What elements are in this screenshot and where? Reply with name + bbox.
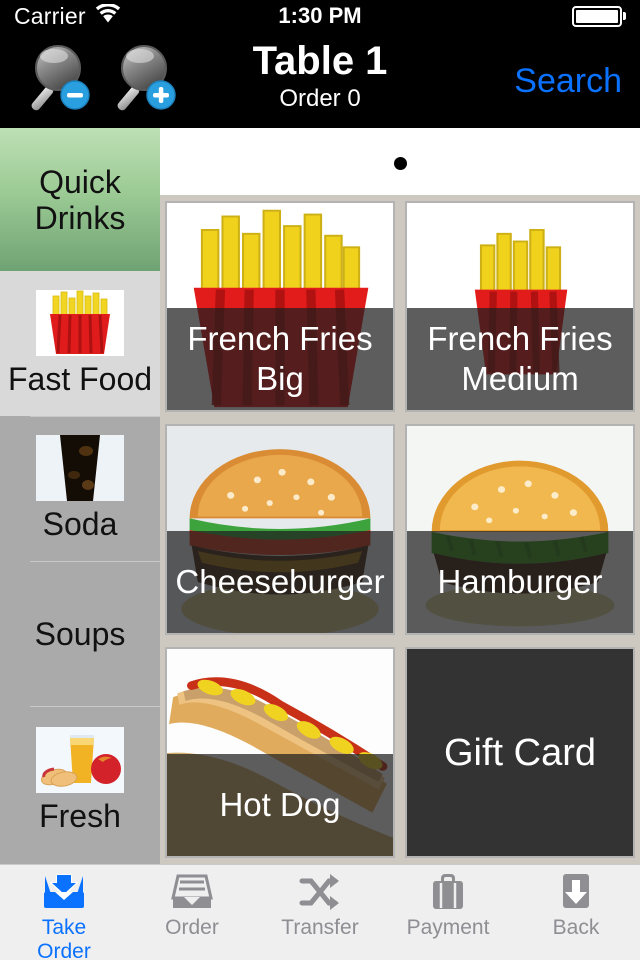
tab-transfer[interactable]: Transfer [256,865,384,960]
product-tile-label: Cheeseburger [167,531,393,633]
sidebar-item-label: Fresh [39,797,121,834]
product-tile-gift-card[interactable]: Gift Card [405,647,635,858]
battery-full-icon [572,5,622,27]
product-grid: French Fries Big French Fries Medium Che… [160,195,640,864]
status-bar-left: Carrier [14,3,121,30]
soda-thumb-icon [36,435,124,501]
product-tile-hamburger[interactable]: Hamburger [405,424,635,635]
sidebar-item-fresh[interactable]: Fresh [0,706,160,854]
inbox-down-icon [41,870,87,914]
status-bar-right [572,5,626,27]
product-tile-hot-dog[interactable]: Hot Dog [165,647,395,858]
briefcase-icon [425,870,471,914]
navigation-bar: Table 1 Order 0 Search [0,32,640,128]
status-bar: Carrier 1:30 PM [0,0,640,32]
sidebar-item-label: Quick Drinks [34,163,126,236]
sidebar-item-label: Soda [42,506,118,542]
category-sidebar[interactable]: Quick Drinks Fast Food Soda Soups Fresh [0,128,160,864]
sidebar-separator [30,706,160,707]
arrow-down-square-icon [553,870,599,914]
sidebar-item-quick-drinks[interactable]: Quick Drinks [0,128,160,271]
product-tile-french-fries-medium[interactable]: French Fries Medium [405,201,635,412]
shuffle-icon [297,870,343,914]
tray-stack-icon [169,870,215,914]
product-tile-cheeseburger[interactable]: Cheeseburger [165,424,395,635]
sidebar-item-label: Soups [34,615,126,652]
content-area: Quick Drinks Fast Food Soda Soups Fresh … [0,128,640,864]
product-tile-label: Hot Dog [167,754,393,856]
product-tile-french-fries-big[interactable]: French Fries Big [165,201,395,412]
sidebar-item-fast-food[interactable]: Fast Food [0,271,160,416]
tab-label: Take Order [37,916,91,960]
page-control[interactable] [160,157,640,170]
search-button[interactable]: Search [514,62,622,101]
product-grid-area: French Fries Big French Fries Medium Che… [160,128,640,864]
juice-thumb-icon [36,726,124,793]
battery-cap [623,12,626,20]
tab-label: Payment [406,916,490,939]
page-dot-1[interactable] [393,157,407,170]
product-tile-label: Hamburger [407,531,633,633]
product-tile-label: French Fries Medium [407,308,633,410]
tab-order[interactable]: Order [128,865,256,960]
tab-label: Transfer [281,916,359,939]
tab-label: Order [165,916,219,939]
fries-thumb-icon [36,290,124,356]
tab-label: Back [552,916,600,939]
sidebar-item-soda[interactable]: Soda [0,416,160,561]
wifi-icon [95,3,121,28]
tab-payment[interactable]: Payment [384,865,512,960]
sidebar-separator [30,561,160,562]
pos-app-screen: Carrier 1:30 PM Table 1 Order 0 Search Q… [0,0,640,960]
tab-back[interactable]: Back [512,865,640,960]
bottom-toolbar: Take Order Order Transfer Payment Back [0,864,640,960]
sidebar-item-label: Fast Food [7,361,153,397]
product-tile-label: Gift Card [443,731,597,774]
sidebar-separator [30,416,160,417]
product-tile-label: French Fries Big [167,308,393,410]
carrier-label: Carrier [14,2,86,29]
sidebar-item-soups[interactable]: Soups [0,561,160,706]
tab-take-order[interactable]: Take Order [0,865,128,960]
